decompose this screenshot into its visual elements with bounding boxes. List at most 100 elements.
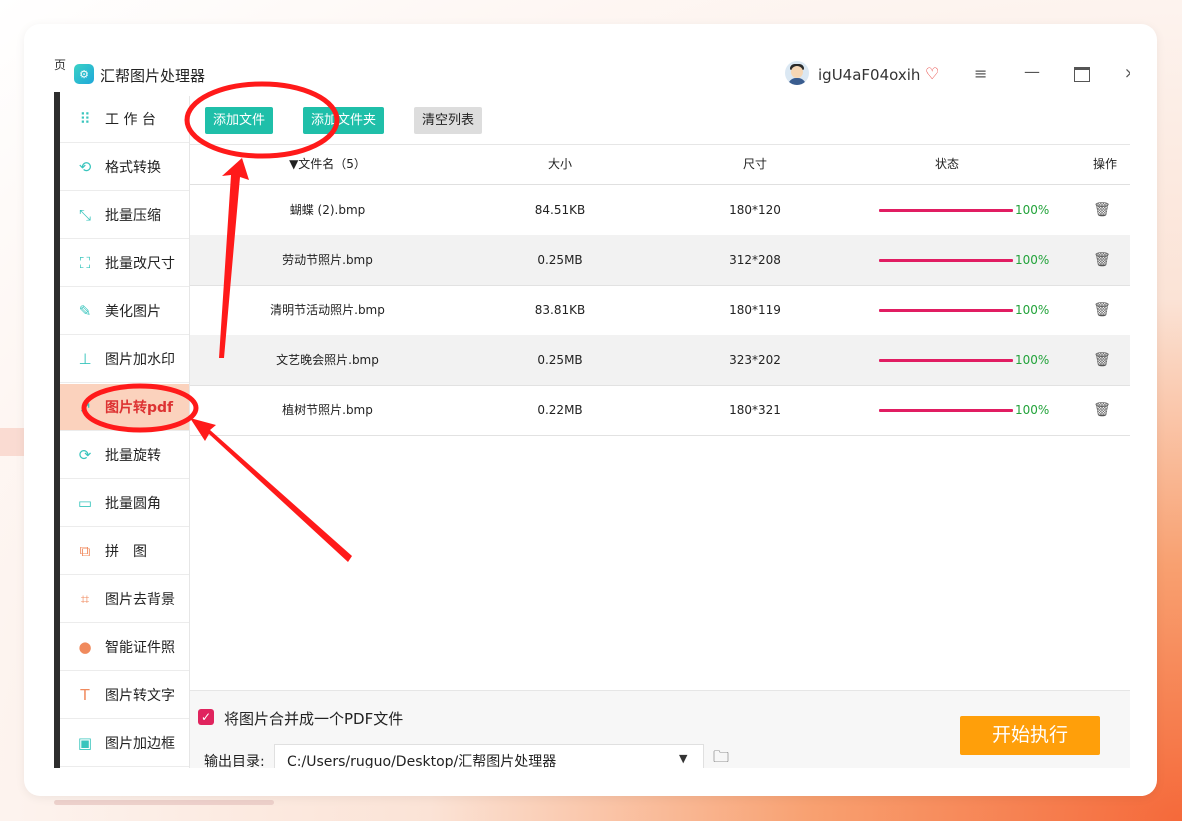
progress-percent: 100% [1015,303,1050,317]
output-dir-value: C:/Users/ruguo/Desktop/汇帮图片处理器 [287,754,557,768]
cell-name: 蝴蝶 (2).bmp [289,203,366,217]
sidebar-item-2[interactable]: ⤡ 批量压缩 [60,192,189,239]
sidebar-item-7[interactable]: ⟳ 批量旋转 [60,432,189,479]
header-size: 大小 [547,157,572,171]
sidebar-item-label: 图片加边框 [105,736,175,752]
header-name[interactable]: ▼文件名（5） [190,145,465,184]
trash-icon[interactable]: 🗑 [1090,235,1114,285]
sidebar-item-13[interactable]: ▣ 图片加边框 [60,720,189,767]
folder-icon[interactable]: 🗀 [713,746,729,768]
sidebar-item-label: 格式转换 [105,160,161,176]
watermark-icon: ⊥ [78,350,92,368]
toolbar: 添加文件 添加文件夹 清空列表 [190,96,1130,145]
trash-icon[interactable]: 🗑 [1090,335,1114,385]
sidebar-item-label: 图片转pdf [105,400,174,416]
app-logo-icon: ⚙ [74,64,94,84]
cell-name: 文艺晚会照片.bmp [276,353,379,367]
frame-icon: ▣ [77,734,93,752]
chevron-down-icon[interactable]: ▼ [679,752,687,765]
sidebar-item-6[interactable]: ↗ 图片转pdf [60,384,189,431]
background-strip [0,428,26,456]
background-shadow [54,800,274,805]
sidebar-item-label: 批量压缩 [105,208,161,224]
corner-icon: ▭ [77,494,93,512]
table-row[interactable]: 文艺晚会照片.bmp 0.25MB 323*202 100% 🗑 [190,335,1130,386]
grid-icon: ⠿ [79,110,91,128]
cell-dim: 180*321 [729,403,781,417]
rotate-icon: ⟳ [78,446,92,464]
sidebar-item-12[interactable]: T 图片转文字 [60,672,189,719]
sidebar-item-label: 批量圆角 [105,496,161,512]
avatar-body [788,78,806,85]
person-icon: ● [78,638,92,656]
add-folder-button[interactable]: 添加文件夹 [303,107,385,134]
table-row[interactable]: 植树节照片.bmp 0.22MB 180*321 100% 🗑 [190,385,1130,436]
trash-icon[interactable]: 🗑 [1090,285,1114,335]
table-row[interactable]: 蝴蝶 (2).bmp 84.51KB 180*120 100% 🗑 [190,185,1130,236]
cell-size: 83.81KB [534,303,586,317]
puzzle-icon: ⧉ [79,542,91,560]
sidebar-item-9[interactable]: ⧉ 拼 图 [60,528,189,575]
cell-dim: 323*202 [729,353,781,367]
pdf-icon: ↗ [78,398,92,416]
sidebar-item-3[interactable]: ⛶ 批量改尺寸 [60,240,189,287]
sidebar-item-label: 批量改尺寸 [105,256,175,272]
cell-name: 劳动节照片.bmp [282,253,373,267]
progress-percent: 100% [1015,203,1050,217]
header-op: 操作 [1092,157,1117,171]
sidebar-item-label: 智能证件照 [105,640,175,656]
app-logo-glyph: ⚙ [79,67,89,81]
sidebar-item-10[interactable]: ⌗ 图片去背景 [60,576,189,623]
beautify-icon: ✎ [78,302,92,320]
cell-size: 0.25MB [537,353,583,367]
cell-size: 0.22MB [537,403,583,417]
add-file-button[interactable]: 添加文件 [205,107,274,134]
cell-dim: 180*120 [729,203,781,217]
resize-icon: ⛶ [79,254,91,272]
sidebar-item-label: 图片去背景 [105,592,175,608]
username[interactable]: igU4aF04oxih [818,66,920,84]
maximize-icon[interactable] [1074,67,1090,82]
trash-icon[interactable]: 🗑 [1090,385,1114,435]
close-icon[interactable]: × [1124,64,1130,82]
start-button[interactable]: 开始执行 [960,716,1100,755]
sidebar-item-label: 图片加水印 [105,352,175,368]
progress-bar [879,209,1013,212]
sidebar-item-5[interactable]: ⊥ 图片加水印 [60,336,189,383]
progress-bar [879,259,1013,262]
title-bar: ⚙ 汇帮图片处理器 igU4aF04oxih ♡ ≡ — × [54,52,1130,96]
crop-icon: ⌗ [80,590,90,608]
sidebar-item-11[interactable]: ● 智能证件照 [60,624,189,671]
avatar-face [791,66,803,78]
cell-size: 0.25MB [537,253,583,267]
clear-list-button[interactable]: 清空列表 [414,107,483,134]
sidebar-item-4[interactable]: ✎ 美化图片 [60,288,189,335]
menu-icon[interactable]: ≡ [974,64,987,83]
avatar[interactable] [785,61,809,85]
progress-percent: 100% [1015,403,1050,417]
trash-icon[interactable]: 🗑 [1090,185,1114,235]
cell-dim: 180*119 [729,303,781,317]
cell-size: 84.51KB [534,203,586,217]
progress-percent: 100% [1015,253,1050,267]
sidebar-item-0[interactable]: ⠿ 工 作 台 [60,96,189,143]
sidebar-item-label: 图片转文字 [105,688,175,704]
sidebar-item-label: 批量旋转 [105,448,161,464]
compress-icon: ⤡ [78,206,91,224]
app-window: 页 ⚙ 汇帮图片处理器 igU4aF04oxih ♡ ≡ — × ⠿工 作 台⟲… [54,52,1130,768]
text-icon: T [80,686,90,704]
table-row[interactable]: 清明节活动照片.bmp 83.81KB 180*119 100% 🗑 [190,285,1130,336]
convert-icon: ⟲ [78,158,92,176]
vip-icon[interactable]: ♡ [925,64,939,83]
output-label: 输出目录: [204,754,265,768]
sidebar-item-label: 工 作 台 [105,112,156,128]
minimize-icon[interactable]: — [1024,62,1040,81]
output-dir-select[interactable]: C:/Users/ruguo/Desktop/汇帮图片处理器 ▼ [274,744,704,768]
sidebar-item-1[interactable]: ⟲ 格式转换 [60,144,189,191]
sidebar-item-8[interactable]: ▭ 批量圆角 [60,480,189,527]
merge-label[interactable]: 将图片合并成一个PDF文件 [224,708,403,729]
progress-bar [879,409,1013,412]
header-dim: 尺寸 [742,157,767,171]
merge-checkbox[interactable]: ✓ [198,709,214,725]
table-row[interactable]: 劳动节照片.bmp 0.25MB 312*208 100% 🗑 [190,235,1130,286]
